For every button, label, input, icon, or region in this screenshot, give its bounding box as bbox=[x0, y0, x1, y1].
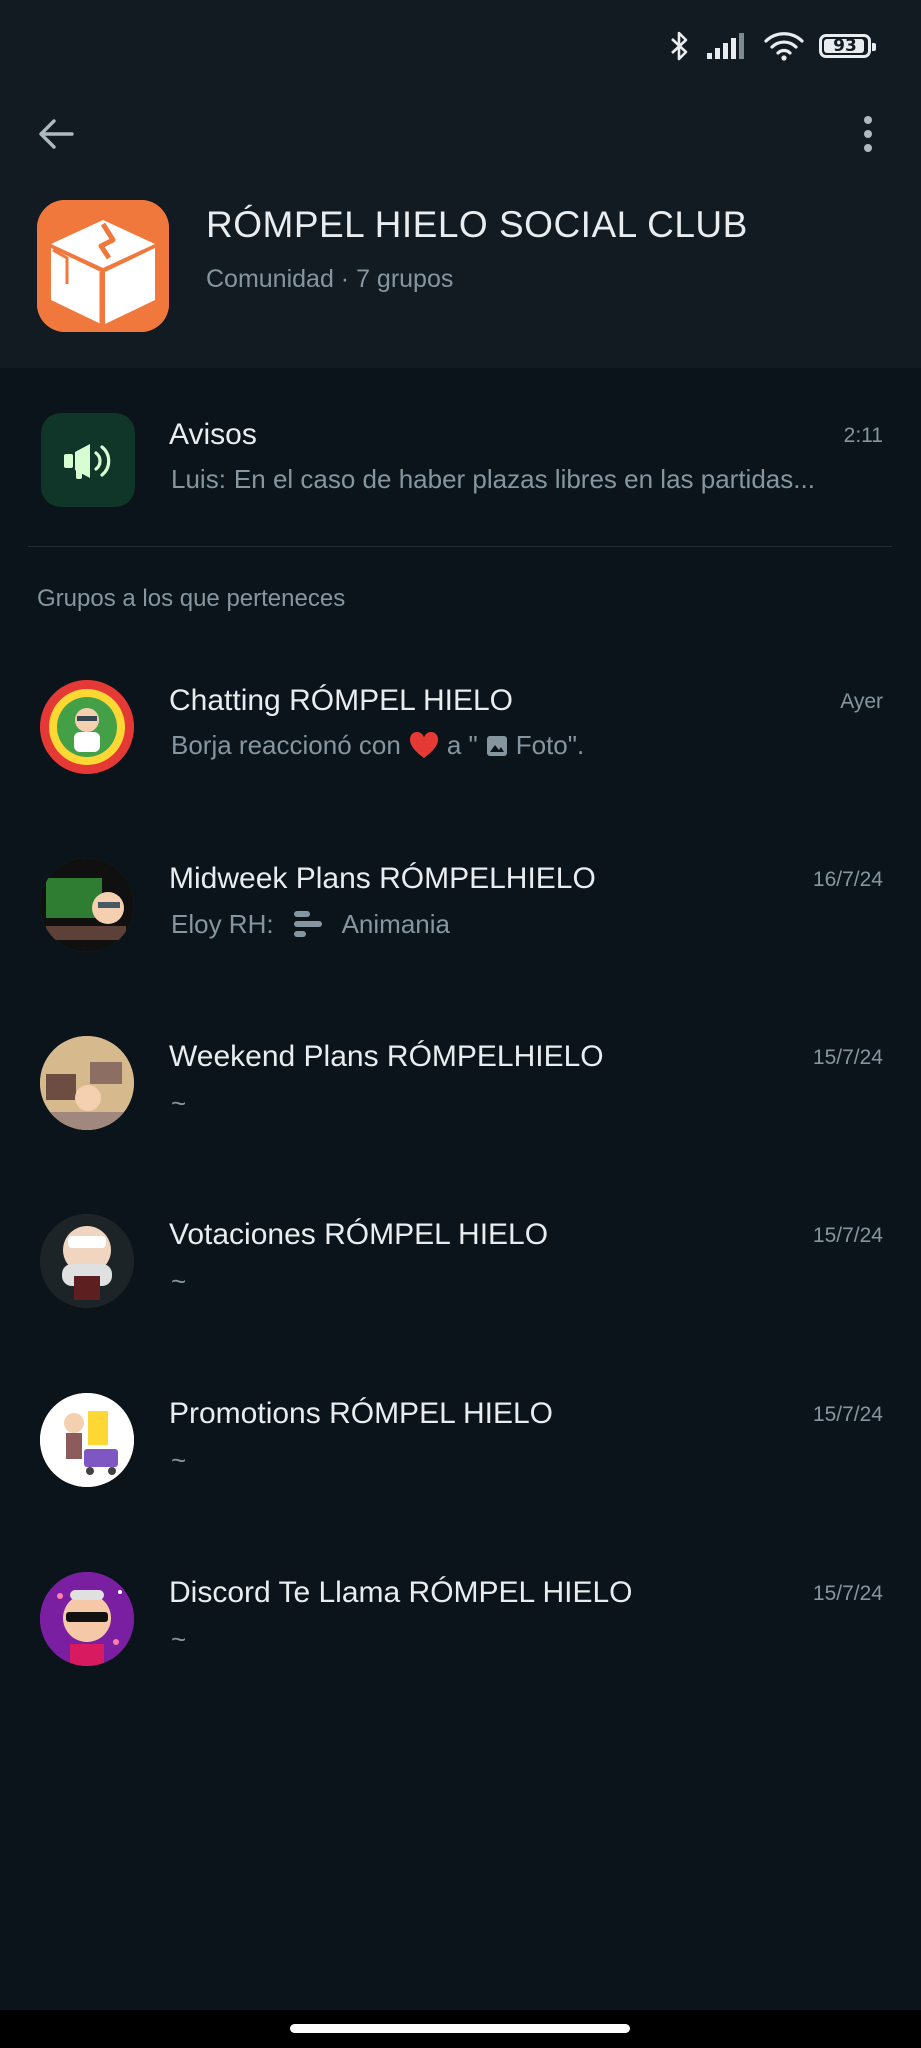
group-time: 16/7/24 bbox=[812, 868, 883, 891]
group-row[interactable]: Discord Te Llama RÓMPEL HIELO 15/7/24 ~ bbox=[0, 1560, 921, 1680]
back-arrow-icon bbox=[39, 119, 74, 149]
community-avatar[interactable] bbox=[37, 200, 169, 332]
group-time: Ayer bbox=[840, 690, 883, 713]
box-logo-icon bbox=[37, 200, 169, 332]
group-preview: Borja reaccionó con a " Foto". bbox=[171, 730, 584, 761]
announcements-row[interactable]: Avisos 2:11 Luis: En el caso de haber pl… bbox=[0, 400, 921, 520]
photo-icon bbox=[486, 735, 507, 756]
poll-icon bbox=[293, 911, 322, 937]
battery-icon: 93 bbox=[819, 34, 876, 58]
megaphone-icon bbox=[64, 444, 111, 479]
home-indicator[interactable] bbox=[290, 2024, 630, 2033]
preview-text: a " bbox=[446, 730, 478, 760]
announcements-sender: Luis: bbox=[171, 464, 226, 494]
preview-text: Foto". bbox=[515, 730, 585, 760]
group-time: 15/7/24 bbox=[812, 1224, 883, 1247]
group-preview: ~ bbox=[171, 1266, 187, 1296]
group-preview: Eloy RH: Animania bbox=[171, 908, 450, 940]
heart-icon bbox=[409, 731, 438, 758]
battery-level: 93 bbox=[833, 36, 857, 56]
group-preview: ~ bbox=[171, 1088, 187, 1118]
group-preview: ~ bbox=[171, 1445, 187, 1475]
group-avatar bbox=[40, 858, 134, 952]
group-avatar bbox=[40, 1572, 134, 1666]
announcements-message: En el caso de haber plazas libres en las… bbox=[233, 464, 815, 494]
group-avatar bbox=[40, 1036, 134, 1130]
group-row[interactable]: Chatting RÓMPEL HIELO Ayer Borja reaccio… bbox=[0, 668, 921, 788]
group-name: Midweek Plans RÓMPELHIELO bbox=[169, 862, 596, 895]
group-row[interactable]: Promotions RÓMPEL HIELO 15/7/24 ~ bbox=[0, 1381, 921, 1501]
community-subtitle: Comunidad · 7 grupos bbox=[206, 265, 454, 293]
group-preview: ~ bbox=[171, 1624, 187, 1654]
more-options-button[interactable] bbox=[846, 108, 890, 160]
status-bar: 93 bbox=[669, 22, 876, 70]
group-avatar bbox=[40, 1393, 134, 1487]
group-row[interactable]: Weekend Plans RÓMPELHIELO 15/7/24 ~ bbox=[0, 1024, 921, 1144]
group-time: 15/7/24 bbox=[812, 1403, 883, 1426]
group-avatar bbox=[40, 1214, 134, 1308]
group-row[interactable]: Midweek Plans RÓMPELHIELO 16/7/24 Eloy R… bbox=[0, 846, 921, 966]
announcements-name: Avisos bbox=[169, 418, 257, 451]
signal-icon bbox=[705, 31, 749, 61]
group-name: Discord Te Llama RÓMPEL HIELO bbox=[169, 1576, 633, 1609]
announcements-time: 2:11 bbox=[843, 424, 883, 447]
preview-text: Animania bbox=[341, 908, 450, 939]
group-name: Promotions RÓMPEL HIELO bbox=[169, 1397, 554, 1430]
more-vertical-icon bbox=[864, 116, 872, 152]
group-name: Weekend Plans RÓMPELHIELO bbox=[169, 1040, 604, 1073]
section-label: Grupos a los que perteneces bbox=[37, 585, 346, 612]
wifi-icon bbox=[763, 30, 805, 62]
group-name: Chatting RÓMPEL HIELO bbox=[169, 684, 514, 717]
divider bbox=[28, 546, 892, 547]
group-name: Votaciones RÓMPEL HIELO bbox=[169, 1218, 549, 1251]
group-row[interactable]: Votaciones RÓMPEL HIELO 15/7/24 ~ bbox=[0, 1202, 921, 1322]
preview-text: Borja reaccionó con bbox=[171, 730, 401, 760]
group-time: 15/7/24 bbox=[812, 1046, 883, 1069]
community-name: RÓMPEL HIELO SOCIAL CLUB bbox=[206, 204, 748, 245]
announcements-icon-tile bbox=[41, 413, 135, 507]
bluetooth-icon bbox=[669, 30, 691, 62]
group-avatar bbox=[40, 680, 134, 774]
preview-sender: Eloy RH: bbox=[171, 908, 274, 939]
back-button[interactable] bbox=[30, 108, 82, 160]
announcements-preview: Luis: En el caso de haber plazas libres … bbox=[171, 464, 815, 495]
group-time: 15/7/24 bbox=[812, 1582, 883, 1605]
